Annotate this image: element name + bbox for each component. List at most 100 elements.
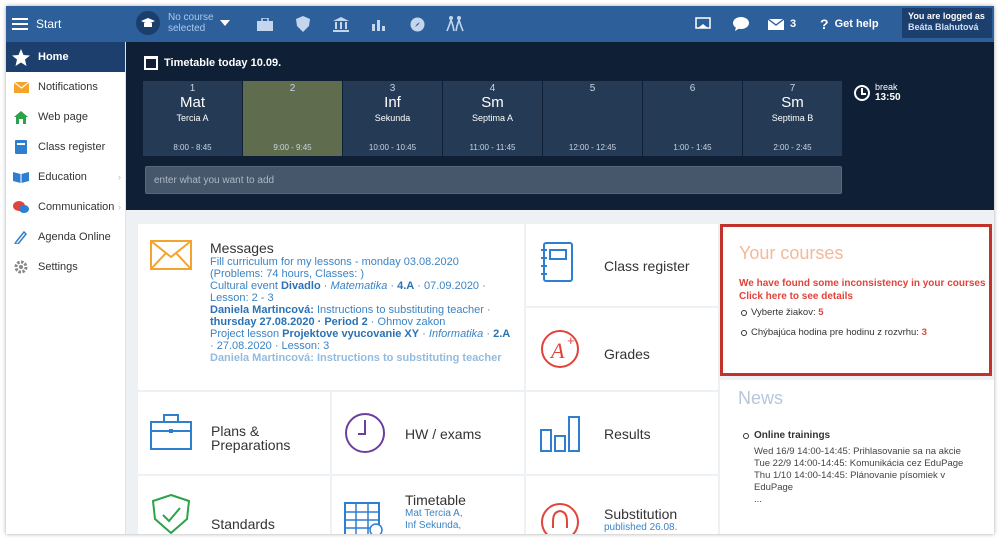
briefcase-icon[interactable] [256, 16, 274, 32]
tile-label: Standards [211, 516, 275, 532]
tile-label: Timetable [405, 492, 466, 508]
tile-label: Plans & Preparations [211, 423, 291, 453]
tile-class-register[interactable]: Class register [526, 224, 718, 306]
news-list: Wed 16/9 14:00-14:45: Prihlasovanie sa n… [754, 446, 984, 506]
timetable-slot[interactable]: 4 Sm Septima A 11:00 - 11:45 [443, 81, 542, 156]
add-item-input[interactable] [145, 166, 842, 194]
message-item[interactable]: Fill curriculum for my lessons - monday … [210, 256, 520, 280]
news-item[interactable]: Thu 1/10 14:00-14:45: Plánovanie písomie… [754, 470, 984, 494]
start-menu-button[interactable]: Start [6, 6, 126, 42]
tile-messages[interactable]: Messages Fill curriculum for my lessons … [138, 224, 524, 390]
courses-warning-text: We have found some inconsistency in your… [739, 278, 986, 289]
slot-time: 2:00 - 2:45 [773, 143, 812, 152]
tile-grades[interactable]: A + Grades [526, 308, 718, 390]
sidebar-item-communication[interactable]: Communication › [6, 192, 125, 222]
message-item[interactable]: Daniela Martincová: Instructions to subs… [210, 304, 520, 328]
slot-number: 5 [589, 83, 596, 94]
sidebar-item-education[interactable]: Education › [6, 162, 125, 192]
slot-time: 8:00 - 8:45 [173, 143, 212, 152]
slot-time: 10:00 - 10:45 [368, 143, 417, 152]
shield-icon[interactable] [294, 16, 312, 32]
news-section-title[interactable]: Online trainings [742, 430, 830, 441]
issue-count: 5 [818, 307, 824, 318]
list-item: Vyberte žiakov: 5 [739, 307, 927, 318]
list-item: Chýbajúca hodina pre hodinu z rozvrhu: 3 [739, 327, 927, 338]
notebook-icon [540, 242, 574, 287]
message-line: Fill curriculum for my lessons - monday … [210, 256, 459, 268]
tile-label: Class register [604, 258, 690, 274]
course-selector[interactable]: No course selected [136, 11, 230, 35]
message-date: thursday 27.08.2020 · Period 2 [210, 316, 368, 328]
slot-class: Tercia A [176, 113, 209, 123]
news-panel: News Online trainings Wed 16/9 14:00-14:… [720, 380, 994, 534]
break-label: break [875, 82, 898, 92]
message-item[interactable]: Daniela Martincová: Instructions to subs… [210, 352, 520, 364]
message-item[interactable]: Cultural event Divadlo · Matematika · 4.… [210, 280, 520, 304]
chat-icon [12, 199, 30, 215]
tile-hw-exams[interactable]: HW / exams [332, 392, 524, 474]
course-selector-label: No course selected [168, 12, 214, 34]
sidebar-item-agenda-online[interactable]: Agenda Online [6, 222, 125, 252]
timetable-title: Timetable today 10.09. [144, 56, 281, 70]
news-item[interactable]: Tue 22/9 14:00-14:45: Komunikácia cez Ed… [754, 458, 984, 470]
envelope-icon [150, 240, 192, 275]
svg-text:+: + [567, 333, 575, 348]
walking-people-icon[interactable] [446, 16, 464, 32]
user-account-button[interactable]: You are logged as Beáta Blahutová [902, 8, 992, 38]
news-title: News [738, 388, 784, 408]
slot-subject: Sm [481, 94, 504, 111]
tile-substitution[interactable]: Substitution published 26.08. [526, 476, 718, 534]
slot-subject: Sm [781, 94, 804, 111]
message-line: (Problems: 74 hours, Classes: ) [210, 268, 365, 280]
sidebar-item-notifications[interactable]: Notifications [6, 72, 125, 102]
grade-a-plus-icon: A + [540, 328, 582, 373]
sidebar-item-class-register[interactable]: Class register [6, 132, 125, 162]
project-subject: Informatika [428, 328, 484, 340]
courses-warning-link[interactable]: We have found some inconsistency in your… [739, 277, 994, 303]
messages-button[interactable]: 3 [768, 6, 796, 42]
timetable-slot[interactable]: 5 12:00 - 12:45 [543, 81, 642, 156]
sidebar-item-home[interactable]: Home [6, 42, 125, 72]
timetable-slot[interactable]: 3 Inf Sekunda 10:00 - 10:45 [343, 81, 442, 156]
slot-number: 2 [289, 83, 296, 94]
bar-chart-icon[interactable] [370, 16, 388, 32]
screen-share-icon[interactable] [694, 16, 712, 32]
separator: · [387, 280, 398, 292]
courses-issue-list: Vyberte žiakov: 5 Chýbajúca hodina pre h… [739, 307, 927, 347]
message-truncated: Daniela Martincová: Instructions to subs… [210, 352, 502, 364]
slot-number: 7 [789, 83, 796, 94]
project-prefix: Project lesson [210, 328, 283, 340]
timetable-slot[interactable]: 7 Sm Septima B 2:00 - 2:45 [743, 81, 842, 156]
timetable-title-text: Timetable today 10.09. [164, 57, 282, 69]
timetable-slot-current[interactable]: 2 9:00 - 9:45 [243, 81, 342, 156]
tile-results[interactable]: Results [526, 392, 718, 474]
pencil-icon [12, 229, 30, 245]
institution-icon[interactable] [332, 16, 350, 32]
get-help-button[interactable]: ? Get help [820, 6, 879, 42]
sidebar-item-web-page[interactable]: Web page [6, 102, 125, 132]
message-item[interactable]: Project lesson Projektove vyucovanie XY … [210, 328, 520, 352]
hamburger-icon [12, 15, 28, 33]
separator: · [419, 328, 429, 340]
compass-icon[interactable] [408, 16, 426, 32]
slot-class: Sekunda [374, 113, 411, 123]
open-book-icon [12, 169, 30, 185]
timetable-slot[interactable]: 6 1:00 - 1:45 [643, 81, 742, 156]
tile-timetable[interactable]: Timetable Mat Tercia A, Inf Sekunda, [332, 476, 524, 534]
clock-icon [854, 85, 870, 101]
chat-bubble-icon[interactable] [732, 16, 750, 32]
courses-title: Your courses [739, 243, 844, 263]
issue-label: Vyberte žiakov: [751, 307, 819, 318]
calendar-grid-icon [344, 502, 384, 534]
messages-list: Messages Fill curriculum for my lessons … [210, 242, 520, 374]
tile-standards[interactable]: Standards [138, 476, 330, 534]
tile-plans[interactable]: Plans & Preparations [138, 392, 330, 474]
sidebar-item-settings[interactable]: Settings [6, 252, 125, 282]
envelope-icon [768, 18, 784, 30]
top-bar: Start No course selected 3 ? Get help Yo… [6, 6, 994, 42]
news-item: ... [754, 494, 762, 505]
mail-count-badge: 3 [790, 18, 797, 30]
timetable-slot[interactable]: 1 Mat Tercia A 8:00 - 8:45 [143, 81, 242, 156]
news-item[interactable]: Wed 16/9 14:00-14:45: Prihlasovanie sa n… [754, 446, 984, 458]
envelope-icon [12, 79, 30, 95]
